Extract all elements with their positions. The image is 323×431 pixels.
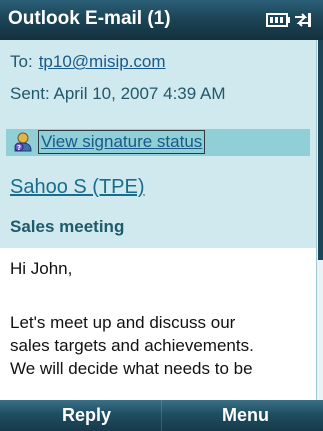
softkey-divider: [161, 400, 162, 431]
status-icons: [265, 10, 313, 30]
signature-status-row: ? View signature status: [6, 129, 310, 156]
to-label: To:: [10, 52, 33, 71]
body-paragraph: Let's meet up and discuss our sales targ…: [10, 311, 310, 380]
message-header: To: tp10@misip.com Sent: April 10, 2007 4…: [0, 40, 316, 248]
menu-softkey[interactable]: Menu: [222, 405, 269, 426]
connectivity-icon: [295, 13, 311, 27]
softkey-bar: Reply Menu: [0, 400, 323, 431]
body-line: Let's meet up and discuss our: [10, 313, 236, 332]
battery-icon: [266, 13, 290, 27]
sent-date: Sent: April 10, 2007 4:39 AM: [10, 84, 226, 103]
svg-text:?: ?: [17, 144, 21, 152]
to-line: To: tp10@misip.com: [10, 52, 166, 72]
subject-line: Sales meeting: [10, 217, 125, 236]
body-line: sales targets and achievements.: [10, 336, 254, 355]
body-greeting: Hi John,: [10, 259, 73, 278]
certificate-person-icon: ?: [12, 131, 34, 153]
window-title: Outlook E-mail (1): [8, 8, 171, 29]
sender-name-link[interactable]: Sahoo S (TPE): [10, 176, 145, 199]
message-body[interactable]: Hi John, Let's meet up and discuss our s…: [0, 248, 316, 400]
to-address-link[interactable]: tp10@misip.com: [39, 52, 166, 71]
scrollbar-thumb[interactable]: [318, 40, 323, 260]
reply-softkey[interactable]: Reply: [62, 405, 111, 426]
view-signature-status-link[interactable]: View signature status: [38, 130, 206, 154]
body-line: We will decide what needs to be: [10, 359, 253, 378]
title-bar: Outlook E-mail (1): [0, 0, 323, 40]
vertical-scrollbar[interactable]: [316, 40, 323, 400]
